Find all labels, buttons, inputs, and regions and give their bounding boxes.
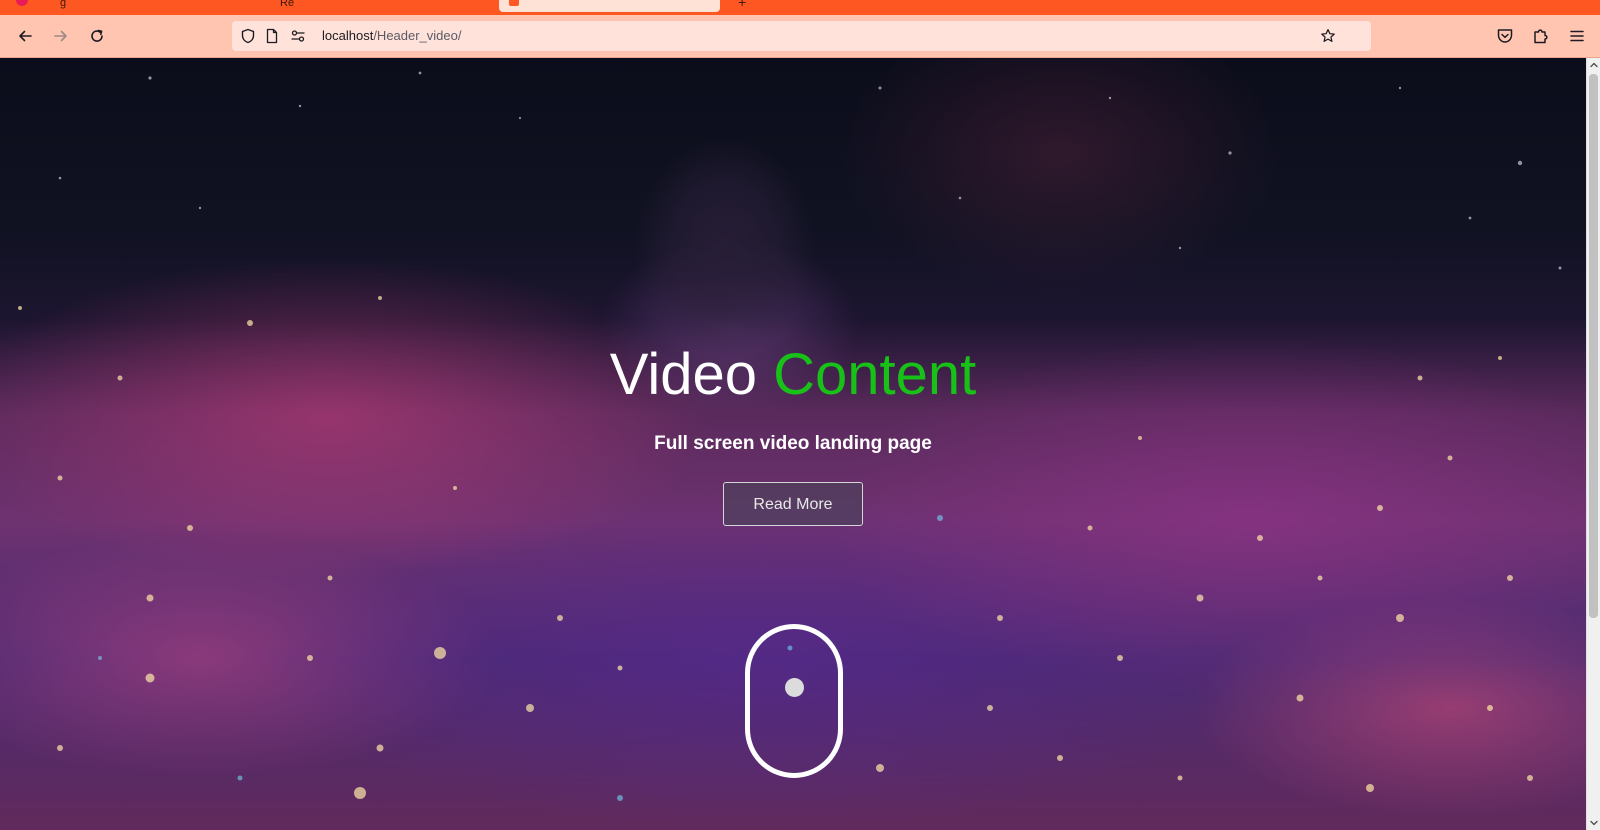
- hero-section: Video Content Full screen video landing …: [0, 58, 1586, 830]
- arrow-right-icon: [54, 30, 67, 42]
- hero-title-main: Video: [609, 342, 757, 407]
- star-icon[interactable]: [1320, 28, 1336, 44]
- back-button[interactable]: [10, 21, 40, 51]
- pocket-icon: [1497, 29, 1513, 43]
- reload-button[interactable]: [82, 21, 112, 51]
- url-text[interactable]: localhost/Header_video/: [322, 28, 461, 44]
- extensions-button[interactable]: [1526, 21, 1556, 51]
- puzzle-icon: [1534, 29, 1548, 44]
- reload-icon: [91, 29, 103, 42]
- scrollbar-thumb[interactable]: [1589, 74, 1598, 618]
- tab-favicon-icon: [509, 0, 519, 6]
- browser-toolbar: localhost/Header_video/: [0, 15, 1600, 58]
- active-tab[interactable]: [499, 0, 720, 12]
- tab-partial-2[interactable]: Re: [280, 0, 294, 10]
- permissions-icon[interactable]: [290, 28, 306, 44]
- mouse-icon[interactable]: [745, 624, 843, 778]
- arrow-left-icon: [19, 30, 32, 42]
- url-path: /Header_video/: [373, 28, 462, 43]
- tab-partial-1[interactable]: g: [60, 0, 66, 10]
- mouse-wheel-dot: [785, 678, 804, 697]
- video-background: Video Content Full screen video landing …: [0, 58, 1586, 830]
- read-more-button[interactable]: Read More: [723, 482, 863, 526]
- pocket-button[interactable]: [1490, 21, 1520, 51]
- browser-tab-strip: g Re +: [0, 0, 1600, 15]
- scroll-up-icon[interactable]: [1587, 58, 1600, 72]
- forward-button[interactable]: [46, 21, 76, 51]
- page-icon[interactable]: [264, 28, 280, 44]
- hero-subtitle: Full screen video landing page: [654, 433, 932, 454]
- menu-button[interactable]: [1562, 21, 1592, 51]
- url-bar[interactable]: localhost/Header_video/: [232, 21, 1371, 51]
- hamburger-menu-icon: [1570, 30, 1584, 42]
- page-scrollbar[interactable]: [1586, 58, 1600, 830]
- hero-title-accent: Content: [773, 342, 977, 407]
- tab-partial-2-label: Re: [280, 0, 295, 9]
- url-host: localhost: [322, 28, 374, 43]
- scroll-down-icon[interactable]: [1587, 816, 1600, 830]
- firefox-icon: [16, 0, 28, 6]
- tab-partial-1-label: g: [60, 0, 67, 9]
- hero-title: Video Content: [0, 340, 1586, 410]
- shield-icon[interactable]: [240, 28, 256, 44]
- new-tab-icon[interactable]: +: [738, 0, 746, 10]
